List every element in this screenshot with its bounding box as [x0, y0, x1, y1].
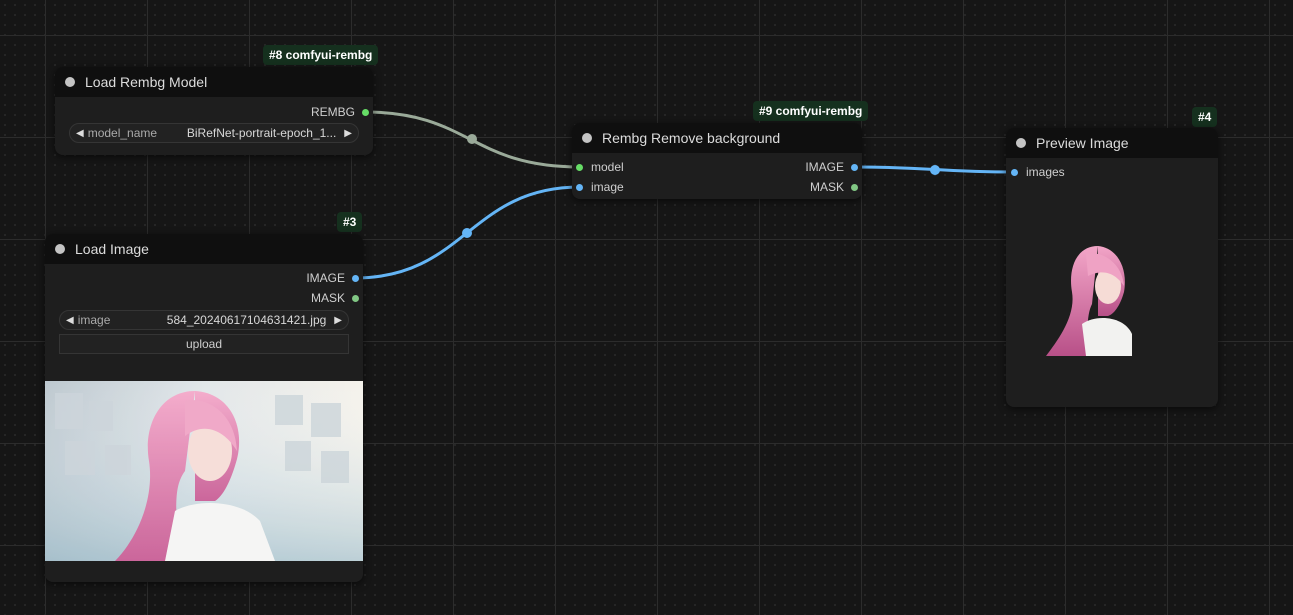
image-output-slot[interactable]: IMAGE — [306, 268, 359, 288]
increment-arrow-icon[interactable]: ▶ — [344, 128, 352, 139]
collapse-icon[interactable] — [1016, 138, 1026, 148]
model-input-slot[interactable]: model — [576, 157, 624, 177]
mask-output-slot[interactable]: MASK — [311, 288, 359, 308]
rembg-output-slot[interactable]: REMBG — [311, 102, 369, 122]
decrement-arrow-icon[interactable]: ◀ — [66, 315, 74, 326]
slot-label: IMAGE — [306, 271, 345, 285]
node-title: Load Rembg Model — [85, 74, 208, 90]
output-image-preview — [1046, 246, 1132, 356]
node-title: Load Image — [75, 241, 149, 257]
node-title: Rembg Remove background — [602, 130, 781, 146]
node-header[interactable]: Load Image — [45, 234, 363, 264]
image-output-wire[interactable] — [854, 165, 1016, 174]
image-input-slot[interactable]: image — [576, 177, 624, 197]
widget-value: BiRefNet-portrait-epoch_1... — [186, 126, 337, 140]
upload-button[interactable]: upload — [59, 334, 349, 354]
mask-output-slot[interactable]: MASK — [810, 177, 858, 197]
slot-dot-icon[interactable] — [576, 163, 583, 171]
node-id-badge: #3 — [337, 212, 363, 232]
slot-label: image — [591, 180, 624, 194]
slot-label: images — [1026, 165, 1065, 179]
image-input-wire-midpoint[interactable] — [462, 228, 472, 238]
widget-label: image — [77, 313, 111, 327]
slot-dot-icon[interactable] — [362, 108, 369, 116]
load-rembg-model-node[interactable]: Load Rembg Model REMBG ◀ model_name BiRe… — [55, 67, 373, 155]
slot-label: MASK — [310, 291, 345, 305]
image-combo[interactable]: ◀ image 584_20240617104631421.jpg ▶ — [59, 310, 349, 330]
slot-label: MASK — [809, 180, 844, 194]
slot-dot-icon[interactable] — [576, 183, 583, 191]
slot-label: REMBG — [310, 105, 355, 119]
slot-dot-icon[interactable] — [352, 294, 359, 302]
widget-value: 584_20240617104631421.jpg — [166, 313, 327, 327]
images-input-slot[interactable]: images — [1011, 162, 1065, 182]
slot-dot-icon[interactable] — [851, 163, 858, 171]
model-name-combo[interactable]: ◀ model_name BiRefNet-portrait-epoch_1..… — [69, 123, 359, 143]
slot-dot-icon[interactable] — [851, 183, 858, 191]
input-image-thumbnail — [45, 381, 363, 561]
node-id-badge: #8 comfyui-rembg — [263, 45, 379, 65]
node-header[interactable]: Preview Image — [1006, 128, 1218, 158]
collapse-icon[interactable] — [582, 133, 592, 143]
node-id-badge: #9 comfyui-rembg — [753, 101, 869, 121]
increment-arrow-icon[interactable]: ▶ — [334, 315, 342, 326]
decrement-arrow-icon[interactable]: ◀ — [76, 128, 84, 139]
slot-label: IMAGE — [805, 160, 844, 174]
node-title: Preview Image — [1036, 135, 1129, 151]
slot-dot-icon[interactable] — [352, 274, 359, 282]
collapse-icon[interactable] — [65, 77, 75, 87]
image-output-slot[interactable]: IMAGE — [805, 157, 858, 177]
model-wire[interactable] — [364, 110, 581, 169]
rembg-remove-background-node[interactable]: Rembg Remove background model image IMAG… — [572, 123, 862, 199]
collapse-icon[interactable] — [55, 244, 65, 254]
node-header[interactable]: Load Rembg Model — [55, 67, 373, 97]
image-output-wire-midpoint[interactable] — [930, 165, 940, 175]
node-id-badge: #4 — [1192, 107, 1218, 127]
model-wire-midpoint[interactable] — [467, 134, 477, 144]
image-input-wire[interactable] — [354, 185, 581, 280]
slot-dot-icon[interactable] — [1011, 168, 1018, 176]
slot-label: model — [591, 160, 624, 174]
widget-label: model_name — [87, 126, 158, 140]
load-image-node[interactable]: Load Image IMAGE MASK ◀ image 584_202406… — [45, 234, 363, 582]
node-header[interactable]: Rembg Remove background — [572, 123, 862, 153]
preview-image-node[interactable]: Preview Image images — [1006, 128, 1218, 407]
